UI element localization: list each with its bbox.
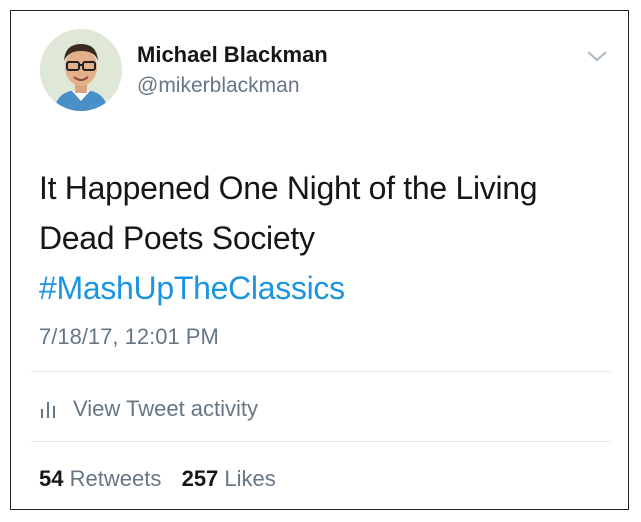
divider — [31, 371, 611, 372]
user-name[interactable]: Michael Blackman — [137, 42, 328, 68]
retweets-count: 54 — [39, 466, 64, 491]
likes-label: Likes — [224, 466, 276, 491]
divider — [31, 441, 611, 442]
avatar[interactable] — [40, 29, 122, 111]
bar-chart-icon — [41, 402, 55, 418]
tweet-text: It Happened One Night of the Living Dead… — [39, 170, 538, 256]
user-handle[interactable]: @mikerblackman — [137, 74, 300, 98]
likes-count: 257 — [181, 466, 219, 491]
likes-stat[interactable]: 257 Likes — [182, 466, 276, 491]
activity-label: View Tweet activity — [73, 396, 259, 421]
tweet-timestamp[interactable]: 7/18/17, 12:01 PM — [39, 324, 219, 350]
view-tweet-activity-button[interactable]: View Tweet activity — [39, 394, 258, 424]
tweet-card: Michael Blackman @mikerblackman It Happe… — [10, 10, 629, 510]
tweet-stats: 54 Retweets 257 Likes — [39, 466, 276, 492]
avatar-image — [40, 29, 122, 111]
chevron-down-icon[interactable] — [585, 47, 609, 65]
retweets-stat[interactable]: 54 Retweets — [39, 466, 167, 491]
hashtag-link[interactable]: #MashUpTheClassics — [39, 263, 345, 313]
retweets-label: Retweets — [69, 466, 162, 491]
